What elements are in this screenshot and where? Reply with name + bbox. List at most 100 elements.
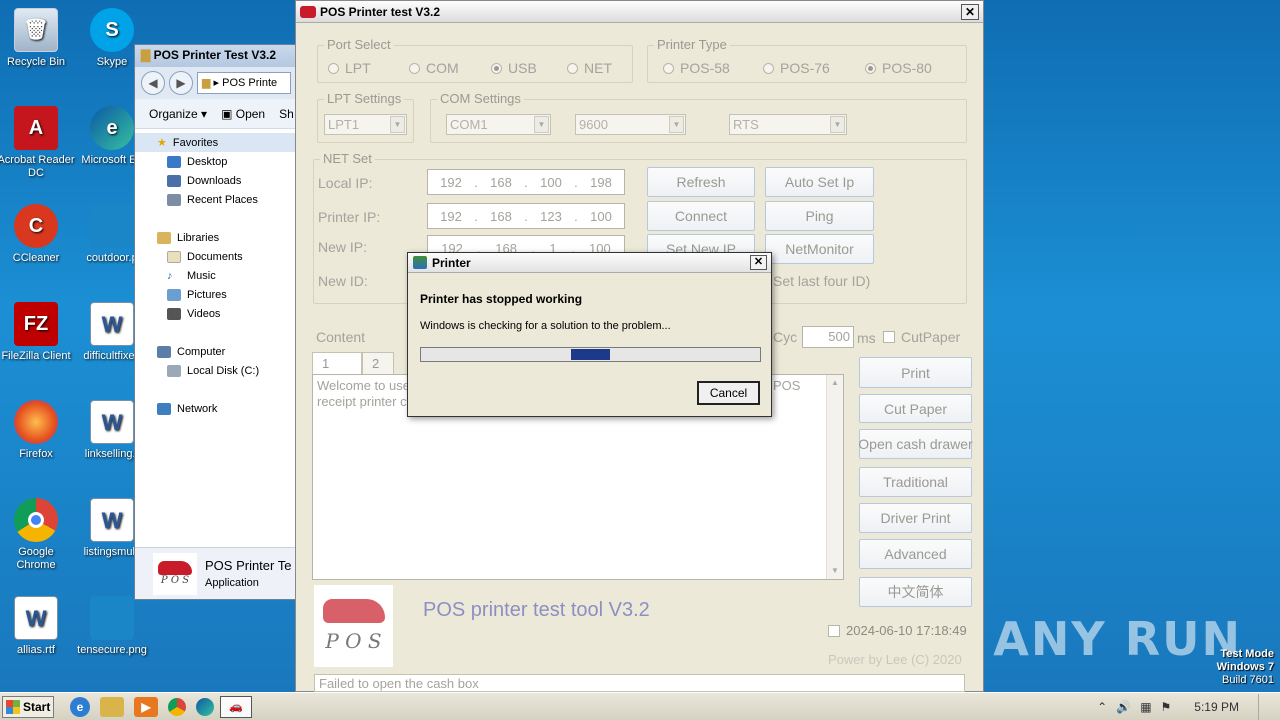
explorer-taskbar-icon[interactable] bbox=[100, 696, 124, 717]
system-tray: ⌃ 🔊 ▦ ⚑ 5:19 PM bbox=[1097, 693, 1280, 720]
share-button[interactable]: Sh bbox=[279, 107, 294, 121]
tree-videos[interactable]: Videos bbox=[135, 304, 297, 323]
tree-recent-places[interactable]: Recent Places bbox=[135, 190, 297, 209]
connect-button[interactable]: Connect bbox=[647, 201, 755, 231]
windows-logo-icon bbox=[6, 699, 20, 714]
tree-libraries[interactable]: Libraries bbox=[135, 228, 297, 247]
pos-taskbar-button[interactable]: 🚗 bbox=[220, 695, 252, 718]
show-desktop-button[interactable] bbox=[1258, 694, 1268, 720]
desktop-icon-recycle-bin[interactable]: 🗑 Recycle Bin bbox=[0, 8, 76, 69]
tab-1[interactable]: 1 bbox=[312, 352, 362, 374]
tree-local-disk[interactable]: Local Disk (C:) bbox=[135, 361, 297, 380]
content-scrollbar[interactable]: ▲ ▼ bbox=[826, 375, 843, 579]
tree-desktop[interactable]: Desktop bbox=[135, 152, 297, 171]
action-center-flag-icon[interactable]: ⚑ bbox=[1161, 700, 1172, 714]
progress-bar bbox=[420, 347, 761, 362]
tree-downloads[interactable]: Downloads bbox=[135, 171, 297, 190]
radio-pos-80[interactable]: POS-80 bbox=[865, 60, 932, 76]
traditional-button[interactable]: Traditional bbox=[859, 467, 972, 497]
auto-set-ip-button[interactable]: Auto Set Ip bbox=[765, 167, 874, 197]
radio-usb[interactable]: USB bbox=[491, 60, 537, 76]
desktop-icon-acrobat[interactable]: A Acrobat Reader DC bbox=[0, 106, 76, 180]
open-cash-drawer-button[interactable]: Open cash drawer bbox=[858, 429, 973, 459]
filezilla-icon: FZ bbox=[14, 302, 58, 346]
dialog-close-button[interactable]: ✕ bbox=[750, 255, 767, 270]
ie-icon[interactable]: e bbox=[70, 696, 90, 717]
clock: 5:19 PM bbox=[1194, 700, 1239, 714]
volume-icon[interactable]: 🔊 bbox=[1116, 700, 1131, 714]
organize-menu[interactable]: Organize ▾ bbox=[149, 107, 207, 121]
cut-paper-checkbox[interactable]: CutPaper bbox=[883, 329, 960, 345]
refresh-button[interactable]: Refresh bbox=[647, 167, 755, 197]
local-ip-field[interactable]: 192. 168. 100. 198 bbox=[427, 169, 625, 195]
desktop-icon-tensecure[interactable]: tensecure.png bbox=[72, 596, 152, 657]
lpt-select[interactable]: LPT1 ▼ bbox=[324, 114, 407, 135]
set-last-four-label: Set last four ID) bbox=[773, 273, 871, 289]
printer-icon bbox=[413, 256, 427, 269]
media-player-icon[interactable]: ▶ bbox=[134, 696, 158, 717]
printer-ip-field[interactable]: 192. 168. 123. 100 bbox=[427, 203, 625, 229]
navigation-tree: ★ Favorites Desktop Downloads Recent Plac… bbox=[135, 129, 297, 418]
printer-ip-label: Printer IP: bbox=[318, 209, 381, 225]
chinese-simplified-button[interactable]: 中文简体 bbox=[859, 577, 972, 607]
explorer-toolbar: Organize ▾ ▣ Open Sh bbox=[135, 99, 297, 129]
address-bar[interactable]: ▆ ▸ POS Printe bbox=[197, 72, 291, 94]
tree-pictures[interactable]: Pictures bbox=[135, 285, 297, 304]
desktop-icon-filezilla[interactable]: FZ FileZilla Client bbox=[0, 302, 76, 363]
details-pane: P O S POS Printer Te Application bbox=[135, 547, 297, 599]
content-label: Content bbox=[316, 329, 366, 345]
radio-net[interactable]: NET bbox=[567, 60, 612, 76]
radio-com[interactable]: COM bbox=[409, 60, 459, 76]
desktop-icon-firefox[interactable]: Firefox bbox=[0, 400, 76, 461]
start-button[interactable]: Start bbox=[2, 695, 54, 718]
ping-button[interactable]: Ping bbox=[765, 201, 874, 231]
ccleaner-icon: C bbox=[14, 204, 58, 248]
scroll-up-icon[interactable]: ▲ bbox=[827, 375, 843, 391]
back-button[interactable]: ◀ bbox=[141, 71, 165, 95]
car-logo-icon bbox=[322, 599, 385, 623]
scroll-down-icon[interactable]: ▼ bbox=[827, 563, 843, 579]
desktop-icon-ccleaner[interactable]: C CCleaner bbox=[0, 204, 76, 265]
chrome-taskbar-icon[interactable] bbox=[168, 697, 186, 716]
downloads-icon bbox=[167, 174, 181, 187]
cancel-button[interactable]: Cancel bbox=[697, 381, 760, 405]
datetime-checkbox[interactable]: 2024-06-10 17:18:49 bbox=[828, 623, 967, 638]
com-port-select[interactable]: COM1 ▼ bbox=[446, 114, 551, 135]
print-button[interactable]: Print bbox=[859, 357, 972, 388]
driver-print-button[interactable]: Driver Print bbox=[859, 503, 972, 533]
network-icon bbox=[157, 402, 171, 415]
radio-pos-76[interactable]: POS-76 bbox=[763, 60, 830, 76]
close-button[interactable]: ✕ bbox=[961, 4, 979, 20]
radio-pos-58[interactable]: POS-58 bbox=[663, 60, 730, 76]
desktop-icon-chrome[interactable]: Google Chrome bbox=[0, 498, 76, 572]
open-button[interactable]: ▣ Open bbox=[221, 107, 265, 121]
tree-network[interactable]: Network bbox=[135, 399, 297, 418]
libraries-icon bbox=[157, 231, 171, 244]
status-bar: Failed to open the cash box bbox=[314, 674, 965, 692]
cyc-input[interactable]: 500 bbox=[802, 326, 854, 348]
local-ip-label: Local IP: bbox=[318, 175, 373, 191]
net-monitor-button[interactable]: NetMonitor bbox=[765, 234, 874, 264]
tray-expand-icon[interactable]: ⌃ bbox=[1097, 700, 1107, 714]
anyrun-watermark: ANY RUN bbox=[993, 612, 1242, 666]
tab-2[interactable]: 2 bbox=[362, 352, 394, 374]
tree-favorites[interactable]: ★ Favorites bbox=[135, 133, 297, 152]
radio-lpt[interactable]: LPT bbox=[328, 60, 371, 76]
skype-icon: S bbox=[90, 8, 134, 52]
dialog-title-bar: Printer bbox=[408, 253, 771, 273]
chrome-icon bbox=[14, 498, 58, 542]
advanced-button[interactable]: Advanced bbox=[859, 539, 972, 569]
flow-control-select[interactable]: RTS ▼ bbox=[729, 114, 847, 135]
cyc-label: Cyc bbox=[773, 329, 798, 345]
tree-computer[interactable]: Computer bbox=[135, 342, 297, 361]
tree-documents[interactable]: Documents bbox=[135, 247, 297, 266]
baud-rate-select[interactable]: 9600 ▼ bbox=[575, 114, 686, 135]
explorer-nav-bar: ◀ ▶ ▆ ▸ POS Printe bbox=[135, 67, 297, 99]
forward-button[interactable]: ▶ bbox=[169, 71, 193, 95]
pos-car-logo-icon: P O S bbox=[153, 552, 197, 595]
desktop-icon-allias[interactable]: W allias.rtf bbox=[0, 596, 76, 657]
cut-paper-button[interactable]: Cut Paper bbox=[859, 394, 972, 423]
network-tray-icon[interactable]: ▦ bbox=[1140, 700, 1151, 714]
edge-taskbar-icon[interactable] bbox=[196, 697, 214, 716]
tree-music[interactable]: ♪ Music bbox=[135, 266, 297, 285]
